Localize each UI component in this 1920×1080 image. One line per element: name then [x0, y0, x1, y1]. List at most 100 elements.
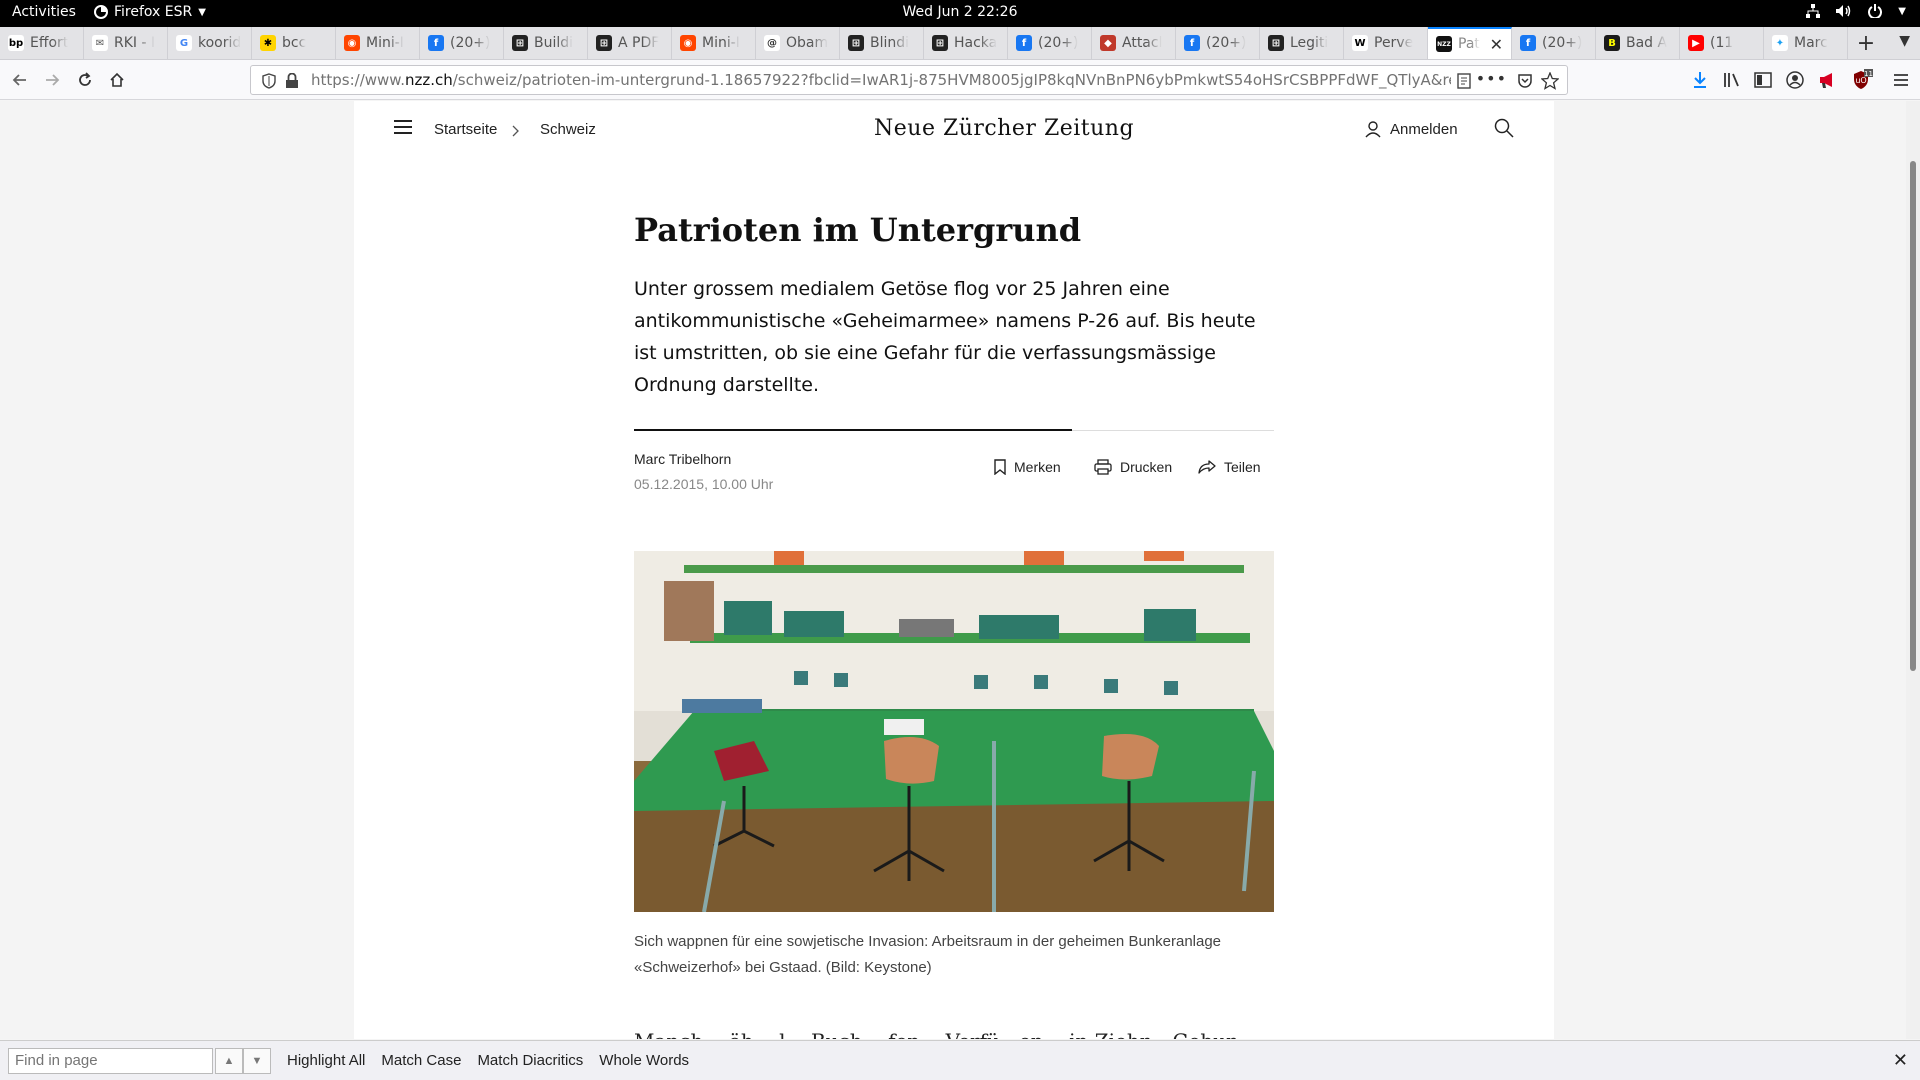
highlight-all-toggle[interactable]: Highlight All [287, 1052, 365, 1069]
browser-tab[interactable]: ⊞ A PDF [588, 27, 672, 59]
power-icon [1868, 4, 1883, 18]
lock-icon[interactable] [285, 73, 299, 89]
reader-view-icon[interactable] [1457, 73, 1471, 89]
article-headline: Patrioten im Untergrund [634, 211, 1082, 249]
match-diacritics-toggle[interactable]: Match Diacritics [477, 1052, 583, 1069]
browser-tab[interactable]: ⊞ Hacka [924, 27, 1008, 59]
favicon-icon: ◉ [344, 35, 360, 51]
browser-tab[interactable]: W Perve [1344, 27, 1428, 59]
firefox-icon [94, 5, 108, 19]
share-icon [1198, 460, 1216, 474]
favicon-icon: @ [764, 35, 780, 51]
match-case-toggle[interactable]: Match Case [381, 1052, 461, 1069]
tab-active[interactable]: NZZ Pat ✕ [1428, 27, 1512, 59]
search-icon[interactable] [1494, 118, 1514, 138]
browser-tab[interactable]: ◉ Mini-I [336, 27, 420, 59]
browser-tab[interactable]: f (20+) [420, 27, 504, 59]
library-icon[interactable] [1723, 72, 1741, 88]
bookmark-button[interactable]: Merken [994, 459, 1061, 475]
browser-tab[interactable]: ✉ RKI - I [84, 27, 168, 59]
article-photo[interactable] [634, 551, 1274, 912]
url-text[interactable]: https://www.nzz.ch/schweiz/patrioten-im-… [311, 71, 1451, 89]
browser-tab[interactable]: ⊞ Blindi [840, 27, 924, 59]
article-page: Startseite Schweiz Neue Zürcher Zeitung … [354, 101, 1554, 1039]
close-tab-icon[interactable]: ✕ [1490, 35, 1503, 54]
shield-icon[interactable] [261, 73, 277, 89]
find-next-button[interactable]: ▼ [243, 1047, 271, 1074]
chevron-down-icon: ▼ [198, 6, 206, 18]
tab-title: RKI - I [114, 35, 156, 51]
arrow-right-icon [46, 74, 60, 86]
find-previous-button[interactable]: ▲ [215, 1047, 243, 1074]
browser-tab[interactable]: ⊞ Legiti [1260, 27, 1344, 59]
tab-strip: bp Effort ✉ RKI - I Gkoorid ✱ bcc ◉ Mini-I f (20+)… [0, 27, 1920, 60]
browser-tab[interactable]: @ Obam [756, 27, 840, 59]
system-top-bar: Activities Firefox ESR ▼ Wed Jun 2 22:26… [0, 0, 1920, 27]
downloads-icon[interactable] [1692, 71, 1708, 89]
author-name[interactable]: Marc Tribelhorn [634, 451, 731, 467]
tab-title: Blindi [870, 35, 910, 51]
tab-title: Pat [1458, 36, 1480, 52]
tab-title: (20+) [1038, 35, 1079, 51]
scrollbar-thumb[interactable] [1910, 161, 1916, 671]
browser-tab[interactable]: B Bad A [1596, 27, 1680, 59]
favicon-icon: ✉ [92, 35, 108, 51]
ublock-origin-icon[interactable]: uO11 [1851, 69, 1873, 91]
pocket-icon[interactable] [1517, 73, 1533, 89]
url-bar[interactable]: https://www.nzz.ch/schweiz/patrioten-im-… [250, 65, 1568, 95]
browser-tab[interactable]: f (20+) [1008, 27, 1092, 59]
favicon-icon: ⊞ [596, 35, 612, 51]
arrow-left-icon [12, 74, 26, 86]
browser-tab[interactable]: f (20+) [1176, 27, 1260, 59]
print-button[interactable]: Drucken [1094, 459, 1172, 475]
favicon-icon: W [1352, 35, 1368, 51]
home-button[interactable] [105, 68, 129, 92]
login-button[interactable]: Anmelden [1364, 120, 1458, 138]
forward-button[interactable] [40, 68, 64, 92]
favicon-icon: G [176, 35, 192, 51]
tab-title: Bad A [1626, 35, 1668, 51]
browser-tab[interactable]: ✦ Marc [1764, 27, 1848, 59]
browser-tab[interactable]: ▶ (11 [1680, 27, 1764, 59]
site-logo[interactable]: Neue Zürcher Zeitung [874, 116, 1134, 141]
bookmark-star-icon[interactable] [1541, 72, 1559, 90]
close-icon[interactable]: ✕ [1893, 1050, 1908, 1071]
page-scrollbar[interactable] [1906, 101, 1920, 1039]
browser-tab[interactable]: ⊞ Buildi [504, 27, 588, 59]
breadcrumb-home[interactable]: Startseite [434, 121, 497, 138]
site-menu-icon[interactable] [394, 120, 412, 134]
whole-words-toggle[interactable]: Whole Words [599, 1052, 689, 1069]
user-icon [1365, 121, 1381, 138]
page-actions-menu-icon[interactable]: ••• [1476, 69, 1507, 88]
account-icon[interactable] [1786, 71, 1804, 89]
reload-button[interactable] [73, 68, 97, 92]
tab-title: Mini-I [702, 35, 740, 51]
browser-tab[interactable]: ✱ bcc [252, 27, 336, 59]
navigation-toolbar: https://www.nzz.ch/schweiz/patrioten-im-… [0, 60, 1920, 100]
breadcrumb-section[interactable]: Schweiz [540, 121, 596, 138]
favicon-icon: f [1520, 35, 1536, 51]
sidebar-icon[interactable] [1754, 72, 1772, 88]
hamburger-menu-icon[interactable] [1893, 72, 1909, 88]
back-button[interactable] [8, 68, 32, 92]
reload-icon [79, 72, 91, 86]
browser-tab[interactable]: bp Effort [0, 27, 84, 59]
favicon-icon: ▶ [1688, 35, 1704, 51]
share-button[interactable]: Teilen [1198, 459, 1261, 475]
tab-list-chevron-icon[interactable]: ▼ [1899, 33, 1910, 49]
system-tray[interactable]: ▼ [1806, 4, 1906, 18]
browser-tab[interactable]: ◉ Mini-I [672, 27, 756, 59]
megaphone-icon[interactable] [1818, 71, 1838, 89]
favicon-icon: ◉ [680, 35, 696, 51]
bunker-office-photo [634, 551, 1274, 912]
bookmark-label: Merken [1014, 459, 1061, 475]
browser-tab[interactable]: ◆ Attacl [1092, 27, 1176, 59]
find-input[interactable] [8, 1047, 213, 1074]
activities-button[interactable]: Activities [12, 4, 76, 20]
clock[interactable]: Wed Jun 2 22:26 [902, 4, 1017, 20]
home-icon [110, 72, 124, 87]
browser-tab[interactable]: Gkoorid [168, 27, 252, 59]
new-tab-button[interactable]: + [1848, 27, 1884, 59]
app-menu[interactable]: Firefox ESR ▼ [94, 4, 206, 20]
browser-tab[interactable]: f (20+) [1512, 27, 1596, 59]
